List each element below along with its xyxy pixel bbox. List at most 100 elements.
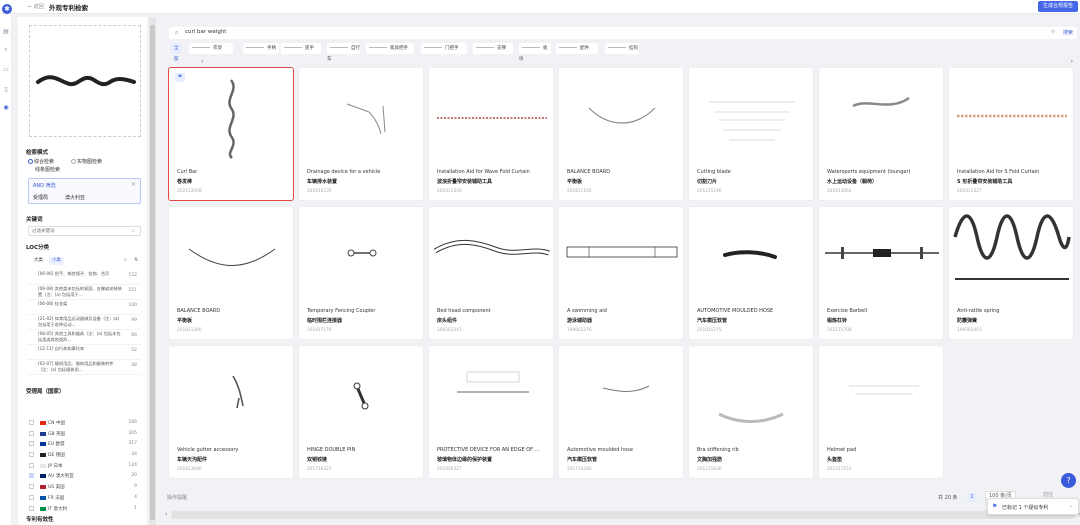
search-icon[interactable]: ⌕ [124,257,127,263]
loc-item-label: [21-02] 体育用品运动器械及设备（注：(a) 包括用于各种运动... [38,316,120,327]
country-item[interactable]: DE 德国 34 [28,451,141,462]
design-patent-icon[interactable]: ◉ [2,104,10,111]
checkbox[interactable] [29,452,34,458]
search-icon[interactable]: ⌕ [2,46,10,53]
checkbox[interactable] [29,430,34,436]
marked-popover[interactable]: ⚑ 已标记 1 个疑似专利 ⌄ [987,498,1079,515]
design-drawing [433,239,550,256]
result-card[interactable]: Helmet pad 头盔垫 202317251 [818,345,944,479]
checkbox[interactable] [29,484,34,490]
sort-icon[interactable]: ⇅ [134,257,138,263]
loc-item[interactable]: [21-02] 体育用品运动器械及设备（注：(a) 包括用于各种运动... 99 [28,315,141,330]
result-card[interactable]: Exercise Barbell 锻炼杠铃 202115708 [818,206,944,340]
operation-tip[interactable]: 操作提醒 [167,494,187,501]
result-card[interactable]: Temporary Fencing Coupler 临时围栏连接器 20181717… [298,206,424,340]
result-card[interactable]: ⚑ Curl Bar 卷发棒 202113598 [168,67,294,201]
filter-condition[interactable]: 澳大利亚 [65,194,85,201]
category-chip[interactable]: 支撑 [473,43,513,54]
result-card[interactable]: Drainage device for a vehicle 车辆排水装置 20181… [298,67,424,201]
tm-icon[interactable]: ▭ [2,66,10,73]
mode-comprehensive[interactable]: 综合检索 [28,158,54,165]
mode-photo[interactable]: 实物图检索 [71,158,102,165]
loc-item[interactable]: [08-05] 其他工具和器具（注：(a) 包括未包括类或其他类的... 66 [28,330,141,345]
search-query[interactable]: curl bar weight [185,29,226,35]
category-chip[interactable]: 家具把手 [366,43,414,54]
app-logo-icon[interactable]: ✱ [2,4,12,14]
result-title-cn: 卷发棒 [177,179,193,185]
scroll-left-icon[interactable]: ‹ [165,511,167,518]
result-card[interactable]: A swimming aid 游泳辅助器 199602276 [558,206,684,340]
result-card[interactable]: Watersports equipment (lounger) 水上运动设备（躺椅… [818,67,944,201]
search-button[interactable]: 搜索 [1063,29,1073,36]
category-chip[interactable]: 手柄 [243,43,279,54]
result-card[interactable]: HINGE DOUBLE PIN 双销铰链 201716322 [298,345,424,479]
result-card[interactable]: Automotive moulded hose 汽车模压软管 201714280 [558,345,684,479]
country-item[interactable]: US 美国 9 [28,483,141,494]
country-item[interactable]: EU 欧盟 317 [28,440,141,451]
search-bar[interactable]: ⌕ curl bar weight ⊗ 搜索 [169,27,1077,39]
checkbox[interactable] [29,462,34,468]
result-card[interactable]: Vehicle gutter accessory 车辆天沟配件 201813690 [168,345,294,479]
horizontal-scrollbar[interactable]: ‹ › [165,511,1080,519]
country-item[interactable]: CN 中国 186 [28,419,141,430]
chevron-down-icon[interactable]: ⌄ [1069,503,1073,509]
checkbox[interactable] [29,441,34,447]
category-chip[interactable]: 挂钩 [605,43,639,54]
help-button[interactable]: ? [1061,473,1076,488]
result-card[interactable]: Installation Aid for Wave Fold Curtain 波浪… [428,67,554,201]
database-icon[interactable]: ▤ [2,28,10,35]
country-item[interactable]: AU 澳大利亚 20 [28,472,141,483]
loc-item[interactable]: [06-06] 把手、梳妆镜子、挂物、合页 152 [28,270,141,285]
loc-item[interactable]: [02-07] 缝纫用品、服饰用品和服装附件（注：(a) 包括服装用... 48 [28,360,141,375]
keyword-input[interactable] [28,226,141,236]
chevron-left-icon[interactable]: ‹ [201,58,203,65]
category-chip[interactable]: 扳手 [281,43,321,54]
category-chip[interactable]: 衣架 [189,43,233,54]
goto-page[interactable]: 前往 [1043,491,1053,498]
checkbox[interactable] [29,505,34,511]
result-card[interactable]: BALANCE BOARD 平衡板 201811200 [168,206,294,340]
country-label: US 美国 [48,485,65,491]
loc-item[interactable]: [06-08] 挂衣架 100 [28,300,141,315]
category-chip[interactable]: 配件 [556,43,598,54]
loc-item[interactable]: [12-11] 自行车和摩托车 52 [28,345,141,360]
result-card[interactable]: PROTECTIVE DEVICE FOR AN EDGE OF ... 玻璃物体… [428,345,554,479]
query-sketch[interactable] [29,25,141,137]
country-item[interactable]: JP 日本 124 [28,462,141,473]
result-card[interactable]: Installation Aid for S Fold Curtain S 形折叠… [948,67,1074,201]
checkbox[interactable] [29,420,34,425]
result-card[interactable]: Bra stiffening rib 文胸加强筋 201215936 [688,345,814,479]
search-icon[interactable]: ⌕ [132,228,135,234]
category-all[interactable]: 全部 [171,43,182,62]
chevron-right-icon[interactable]: › [1071,58,1073,65]
checkbox[interactable] [29,473,34,479]
result-card[interactable]: AUTOMOTIVE MOULDED HOSE 汽车模压软管 201815275 [688,206,814,340]
loc-item[interactable]: [08-08] 其他类未包括的紧固、支撑或安装装置（注：(a) 包括用于... 1… [28,285,141,300]
result-card[interactable]: Bed head component 床头组件 200201343 [428,206,554,340]
category-chip[interactable]: 门把手 [421,43,467,54]
loc-tab-minor[interactable]: 小类 [49,257,64,265]
category-chip[interactable]: 板块 [519,43,551,62]
category-chip[interactable]: 自行车 [327,43,360,62]
result-card[interactable]: Cutting blade 切割刀片 201115166 [688,67,814,201]
close-icon[interactable]: × [131,181,136,188]
country-item[interactable]: IT 意大利 1 [28,505,141,516]
country-label: IT 意大利 [48,506,68,512]
page-number[interactable]: 1 [967,493,977,502]
document-icon[interactable]: ▯ [2,86,10,93]
clear-icon[interactable]: ⊗ [1051,29,1055,35]
total-count: 共 20 条 [938,495,958,501]
country-label: JP 日本 [48,463,63,469]
left-scrollbar[interactable] [149,17,156,525]
back-link[interactable]: ← 返回 [28,3,44,10]
country-item[interactable]: FR 法国 4 [28,494,141,505]
loc-tab-major[interactable]: 大类 [31,257,46,265]
filter-condition[interactable]: 受理局 [33,194,48,201]
mode-line-drawing[interactable]: 线条图检索 [35,166,60,173]
result-title-cn: 波浪折叠帘安装辅助工具 [437,179,493,185]
result-card[interactable]: Anti-rattle spring 防震弹簧 199502403 [948,206,1074,340]
result-card[interactable]: BALANCE BOARD 平衡板 201811195 [558,67,684,201]
checkbox[interactable] [29,494,34,500]
country-item[interactable]: GB 英国 305 [28,430,141,441]
generate-report-button[interactable]: 生成合规报告 [1037,1,1078,12]
